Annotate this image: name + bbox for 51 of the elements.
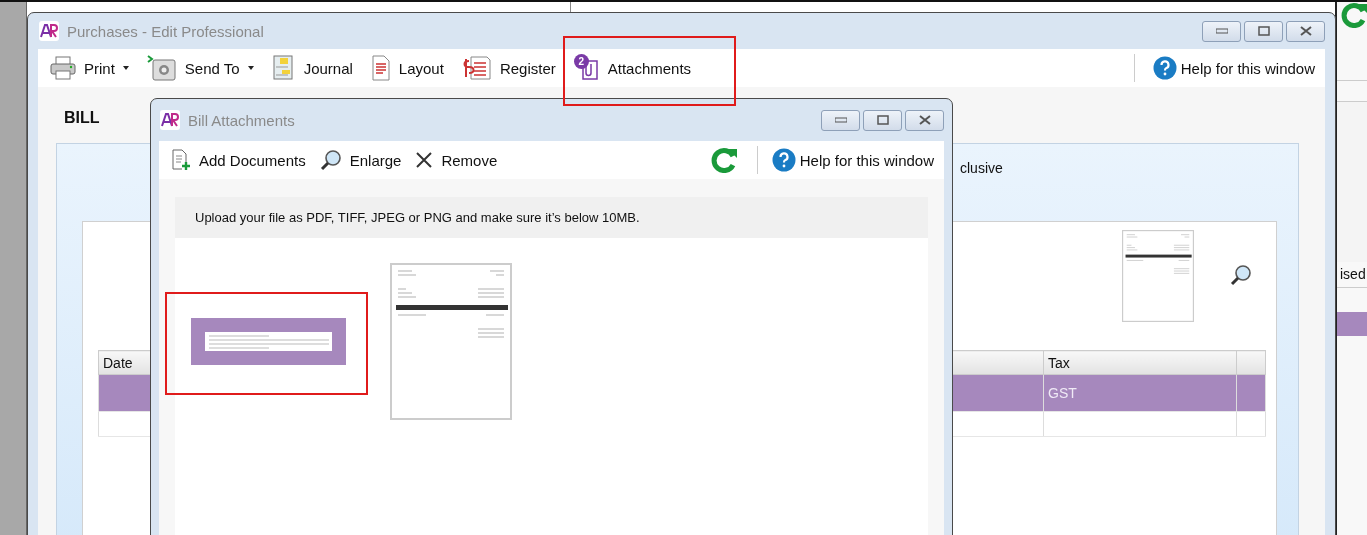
- table-cell: GST: [1048, 385, 1077, 401]
- document-thumbnail[interactable]: [390, 263, 512, 420]
- minimize-button[interactable]: [1202, 20, 1241, 42]
- magnifier-icon: [319, 149, 342, 171]
- toolbar-button[interactable]: Layout: [370, 55, 444, 81]
- toolbar-button[interactable]: Remove: [415, 151, 498, 169]
- image-thumbnail[interactable]: [191, 318, 346, 365]
- form-heading: BILL: [64, 109, 100, 127]
- minimize-icon: [1215, 28, 1228, 34]
- toolbar-button[interactable]: Register: [461, 55, 556, 81]
- maximize-button[interactable]: [863, 109, 902, 131]
- close-icon: [918, 115, 931, 125]
- column-header: Tax: [1043, 350, 1237, 375]
- help-icon: [1152, 56, 1177, 80]
- notebook-icon: [271, 55, 296, 81]
- close-button[interactable]: [1286, 20, 1325, 42]
- minimize-button[interactable]: [821, 109, 860, 131]
- close-icon: [1299, 26, 1312, 36]
- caret-icon: [247, 66, 254, 70]
- close-icon: [415, 151, 434, 169]
- help-link[interactable]: Help for this window: [771, 148, 934, 172]
- upload-hint: Upload your file as PDF, TIFF, JPEG or PNG and make sure it’s below 10MB.: [175, 197, 928, 238]
- maximize-icon: [876, 115, 889, 125]
- toolbar-button[interactable]: 2 Attachments: [573, 56, 692, 80]
- document-thumbnail[interactable]: [1122, 230, 1194, 322]
- ledger-icon: [461, 55, 492, 81]
- dialog-title: Bill Attachments: [188, 111, 295, 129]
- add-document-icon: [171, 149, 191, 171]
- help-link[interactable]: Help for this window: [1152, 56, 1315, 80]
- app-logo-icon: [160, 110, 180, 130]
- column-header: ised: [1337, 262, 1367, 288]
- maximize-icon: [1257, 26, 1270, 36]
- close-button[interactable]: [905, 109, 944, 131]
- window-title: Purchases - Edit Professional: [67, 22, 264, 40]
- maximize-button[interactable]: [1244, 20, 1283, 42]
- option-label: clusive: [960, 160, 1004, 176]
- minimize-icon: [834, 117, 847, 123]
- toolbar-button[interactable]: Journal: [271, 55, 353, 81]
- scanner-icon: [146, 55, 177, 81]
- app-logo-icon: [39, 21, 59, 41]
- document-icon: [370, 55, 391, 81]
- toolbar-button[interactable]: Send To: [146, 55, 254, 81]
- refresh-icon[interactable]: [710, 147, 739, 173]
- toolbar-button[interactable]: Add Documents: [171, 149, 306, 171]
- caret-icon: [122, 66, 129, 70]
- toolbar-button[interactable]: Enlarge: [319, 149, 402, 171]
- refresh-icon[interactable]: [1341, 2, 1367, 28]
- toolbar-button[interactable]: Print: [50, 56, 129, 80]
- help-icon: [771, 148, 796, 172]
- printer-icon: [50, 56, 76, 80]
- magnifier-icon: [1230, 263, 1252, 286]
